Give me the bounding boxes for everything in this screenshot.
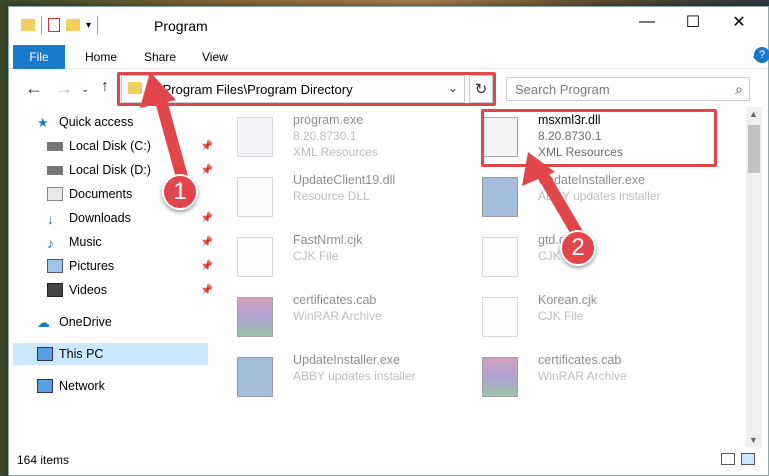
sidebar-item-label: OneDrive: [59, 315, 112, 329]
divider: [41, 16, 42, 34]
close-button[interactable]: ✕: [716, 7, 762, 37]
sidebar-item-label: Local Disk (C:): [69, 139, 151, 153]
up-arrow-icon[interactable]: ↑: [101, 78, 109, 96]
music-icon: ♪: [47, 235, 54, 251]
sidebar-item-label: This PC: [59, 347, 104, 361]
recent-dropdown-icon[interactable]: ⌄: [81, 84, 89, 95]
sidebar-item-quick-access[interactable]: ★ Quick access: [37, 111, 207, 133]
step-marker-1: 1: [162, 174, 198, 210]
videos-icon: [47, 283, 63, 297]
sidebar-item-videos[interactable]: Videos 📌: [47, 279, 217, 301]
network-icon: [37, 379, 53, 393]
blank-file-icon: [237, 237, 273, 277]
forward-arrow-icon[interactable]: →: [55, 78, 73, 99]
sidebar-item-label: Pictures: [69, 259, 115, 273]
file-item[interactable]: Korean.cjk CJK File: [454, 289, 694, 343]
highlight-box-address: [117, 72, 496, 106]
download-icon: ↓: [47, 211, 54, 227]
sidebar-item-label: Local Disk (D:): [69, 163, 151, 177]
file-item[interactable]: UpdateInstaller.exe ABBY updates install…: [454, 169, 694, 223]
help-icon[interactable]: ?: [754, 47, 769, 63]
pictures-icon: [47, 259, 63, 273]
tab-view[interactable]: View: [202, 50, 228, 64]
status-bar: 164 items: [9, 445, 768, 473]
ribbon: File Home Share View ⌄ ?: [9, 43, 769, 69]
sidebar-item-label: Music: [69, 235, 102, 249]
search-placeholder: Search Program: [515, 82, 610, 97]
minimize-button[interactable]: —: [624, 7, 670, 37]
sidebar-item-pictures[interactable]: Pictures 📌: [47, 255, 217, 277]
sidebar-item-network[interactable]: Network: [37, 375, 207, 397]
item-count: 164 items: [17, 453, 70, 467]
scrollbar-thumb[interactable]: [748, 125, 760, 173]
file-item[interactable]: certificates.cab WinRAR Archive: [454, 349, 694, 403]
drive-icon: [47, 165, 63, 175]
sidebar-item-label: Quick access: [59, 115, 134, 129]
file-item[interactable]: program.exe 8.20.8730.1 XML Resources: [209, 109, 449, 163]
details-view-icon[interactable]: [721, 453, 735, 465]
highlight-box-dll: [481, 109, 717, 167]
scroll-down-icon[interactable]: ▼: [749, 435, 758, 445]
sidebar-item-local-disk-c[interactable]: Local Disk (C:) 📌: [47, 135, 217, 157]
large-icons-view-icon[interactable]: [741, 453, 755, 465]
sidebar-item-label: Documents: [69, 187, 133, 201]
back-arrow-icon[interactable]: ←: [25, 78, 43, 99]
drive-icon: [47, 141, 63, 151]
sidebar-item-downloads[interactable]: ↓ Downloads 📌: [47, 207, 217, 229]
customize-icon[interactable]: ▾: [86, 20, 91, 31]
documents-icon: [47, 187, 63, 201]
blank-file-icon: [482, 237, 518, 277]
explorer-window: ▾ Program — ☐ ✕ File Home Share View ⌄ ?…: [8, 6, 769, 476]
winrar-archive-icon: [237, 297, 273, 337]
divider: [97, 16, 99, 34]
winrar-archive-icon: [482, 357, 518, 397]
installer-icon: [482, 177, 518, 217]
navigation-bar: ← → ⌄ ↑ C:\Program Files\Program Directo…: [9, 70, 768, 106]
computer-icon: [37, 347, 53, 361]
maximize-button[interactable]: ☐: [670, 7, 716, 37]
tab-home[interactable]: Home: [85, 50, 117, 64]
folder-icon: [21, 19, 35, 31]
tab-file[interactable]: File: [13, 45, 65, 69]
sidebar-item-label: Videos: [69, 283, 107, 297]
sidebar-item-music[interactable]: ♪ Music 📌: [47, 231, 217, 253]
search-input[interactable]: Search Program ⌕: [506, 77, 750, 101]
file-item[interactable]: UpdateInstaller.exe ABBY updates install…: [209, 349, 449, 403]
sidebar-item-this-pc[interactable]: This PC: [13, 343, 208, 365]
vertical-scrollbar[interactable]: ▲ ▼: [746, 107, 762, 447]
dll-gear-icon: [237, 177, 273, 217]
sidebar-item-onedrive[interactable]: ☁ OneDrive: [37, 311, 207, 333]
star-icon: ★: [37, 115, 49, 130]
file-item[interactable]: FastNrml.cjk CJK File: [209, 229, 449, 283]
installer-icon: [237, 357, 273, 397]
exe-icon: [237, 117, 273, 157]
file-list: program.exe 8.20.8730.1 XML Resources ms…: [209, 107, 749, 447]
search-icon[interactable]: ⌕: [735, 81, 743, 98]
sidebar-item-label: Network: [59, 379, 105, 393]
file-item[interactable]: UpdateClient19.dll Resource DLL: [209, 169, 449, 223]
quick-access-toolbar: ▾: [21, 16, 99, 34]
cloud-icon: ☁: [37, 315, 50, 330]
navigation-pane: ★ Quick access Local Disk (C:) 📌 Local D…: [9, 107, 213, 447]
tab-share[interactable]: Share: [144, 50, 176, 64]
scroll-up-icon[interactable]: ▲: [749, 109, 758, 119]
blank-file-icon: [482, 297, 518, 337]
step-marker-2: 2: [560, 230, 596, 266]
title-bar: ▾ Program — ☐ ✕: [9, 7, 768, 43]
sidebar-item-label: Downloads: [69, 211, 131, 225]
file-item[interactable]: certificates.cab WinRAR Archive: [209, 289, 449, 343]
properties-icon[interactable]: [48, 18, 60, 32]
window-title: Program: [154, 18, 208, 34]
new-folder-icon[interactable]: [66, 19, 80, 31]
